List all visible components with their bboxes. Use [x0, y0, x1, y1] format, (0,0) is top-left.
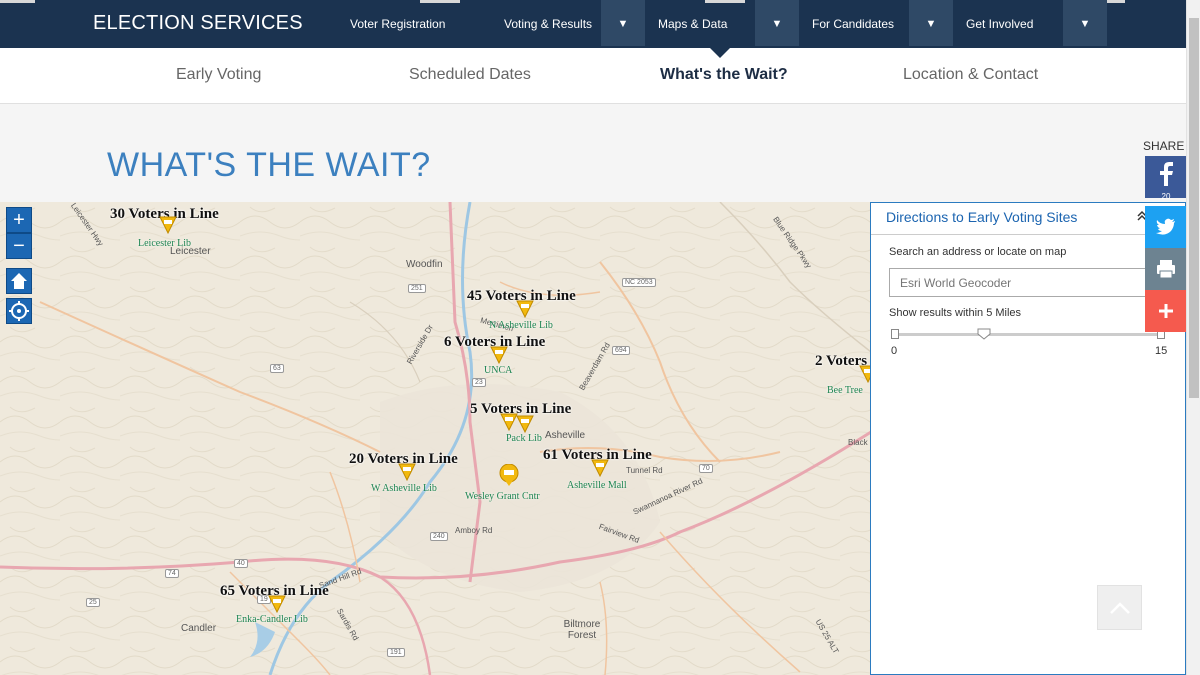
chevron-up-icon [1110, 602, 1130, 614]
nav-maps-data[interactable]: Maps & Data [658, 0, 727, 48]
results-radius-label: Show results within 5 Miles [889, 307, 1022, 319]
slider-min-handle-icon [891, 329, 899, 339]
geocoder-search-input[interactable] [889, 268, 1153, 297]
page-scrollbar[interactable] [1186, 0, 1200, 675]
facebook-share-button[interactable]: 20 [1145, 156, 1187, 201]
place-label: Candler [181, 623, 217, 634]
tab-early-voting[interactable]: Early Voting [176, 66, 261, 84]
polling-pin-icon [499, 464, 519, 486]
subtabs-bar: Early Voting Scheduled Dates What's the … [0, 48, 1186, 104]
zoom-in-button[interactable]: + [6, 207, 32, 233]
polling-pin-icon [516, 415, 534, 433]
radius-slider[interactable] [895, 333, 1161, 336]
locate-button[interactable] [6, 298, 32, 324]
place-label: Asheville [545, 430, 586, 441]
place-label: Woodfin [406, 259, 443, 270]
site-label: Wesley Grant Cntr [465, 491, 540, 502]
tab-scheduled-dates[interactable]: Scheduled Dates [409, 66, 531, 84]
road-shield: 40 [234, 559, 248, 568]
polling-pin-icon [268, 595, 286, 613]
map-view[interactable]: Leicester Woodfin Candler Biltmore Fores… [0, 202, 871, 675]
road-label: Black Mountain Rd [848, 438, 871, 447]
road-shield: 74 [165, 569, 179, 578]
back-to-top-button[interactable] [1097, 585, 1142, 630]
panel-header[interactable]: Directions to Early Voting Sites [871, 203, 1185, 235]
home-button[interactable] [6, 268, 32, 294]
site-label: Pack Lib [506, 433, 542, 444]
print-share-button[interactable] [1145, 248, 1187, 290]
zoom-out-button[interactable]: − [6, 233, 32, 259]
nav-get-involved[interactable]: Get Involved [966, 0, 1033, 48]
road-shield: 240 [430, 532, 448, 541]
facebook-share-count: 20 [1161, 192, 1171, 201]
tab-location-contact[interactable]: Location & Contact [903, 66, 1038, 84]
polling-pin-icon [516, 300, 534, 318]
site-label: Bee Tree [827, 385, 863, 396]
nav-voting-results[interactable]: Voting & Results [504, 0, 592, 48]
site-brand[interactable]: ELECTION SERVICES [93, 12, 303, 35]
road-shield: 251 [408, 284, 426, 293]
top-strip [0, 0, 35, 3]
site-label: Leicester Lib [138, 238, 192, 249]
tab-whats-the-wait[interactable]: What's the Wait? [660, 66, 788, 84]
nav-get-involved-dropdown[interactable]: ▼ [1063, 0, 1107, 46]
slider-thumb[interactable] [977, 328, 991, 340]
basemap [0, 202, 871, 675]
site-label: UNCA [484, 365, 513, 376]
slider-min-label: 0 [891, 345, 898, 357]
facebook-icon [1160, 162, 1173, 186]
more-share-button[interactable] [1145, 290, 1187, 332]
road-shield: 23 [472, 378, 486, 387]
nav-voter-registration[interactable]: Voter Registration [350, 0, 445, 48]
road-shield: 694 [612, 346, 630, 355]
place-label: Biltmore Forest [563, 619, 601, 641]
road-shield: 70 [699, 464, 713, 473]
slider-max-label: 15 [1155, 345, 1168, 357]
locate-icon [9, 301, 29, 321]
polling-pin-icon [490, 346, 508, 364]
site-label: Asheville Mall [567, 480, 627, 491]
road-label: Tunnel Rd [626, 466, 663, 475]
nav-voting-results-dropdown[interactable]: ▼ [601, 0, 645, 46]
share-label: SHARE [1143, 139, 1185, 153]
search-label: Search an address or locate on map [889, 246, 1067, 258]
twitter-icon [1156, 218, 1175, 235]
twitter-share-button[interactable] [1145, 206, 1187, 248]
site-label: W Asheville Lib [371, 483, 437, 494]
road-shield: 63 [270, 364, 284, 373]
nav-for-candidates-dropdown[interactable]: ▼ [909, 0, 953, 46]
home-icon [11, 273, 27, 289]
polling-pin-icon [159, 216, 177, 234]
nav-for-candidates[interactable]: For Candidates [812, 0, 894, 48]
road-label: Amboy Rd [455, 526, 493, 535]
page-title: WHAT'S THE WAIT? [107, 146, 431, 184]
active-nav-indicator [709, 47, 731, 58]
nav-maps-data-dropdown[interactable]: ▼ [755, 0, 799, 46]
polling-pin-icon [398, 463, 416, 481]
road-shield: NC 2053 [622, 278, 656, 287]
scrollbar-thumb[interactable] [1189, 18, 1199, 398]
polling-pin-icon [591, 459, 609, 477]
top-nav-bar: ELECTION SERVICES Voter Registration Vot… [0, 0, 1200, 48]
site-label: N Asheville Lib [489, 320, 553, 331]
site-label: Enka-Candler Lib [236, 614, 308, 625]
panel-title: Directions to Early Voting Sites [886, 209, 1078, 225]
print-icon [1157, 260, 1175, 279]
plus-icon [1159, 304, 1173, 318]
road-shield: 191 [387, 648, 405, 657]
road-shield: 25 [86, 598, 100, 607]
